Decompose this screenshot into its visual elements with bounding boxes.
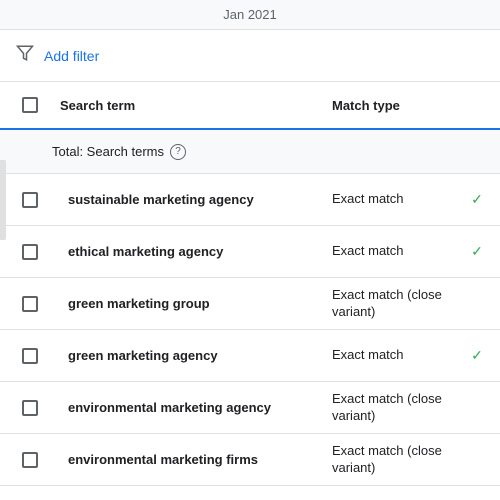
header-checkbox-col xyxy=(8,97,52,113)
active-status-icon: ✓ xyxy=(471,243,483,260)
row-checkbox-col xyxy=(8,244,52,260)
search-term-text: green marketing group xyxy=(60,296,210,311)
total-row: Total: Search terms ? xyxy=(0,130,500,174)
match-type-text: Exact match (close variant) xyxy=(332,391,462,425)
help-icon[interactable]: ? xyxy=(170,144,186,160)
row-checkbox-col xyxy=(8,348,52,364)
table-row: ethical marketing agency Exact match ✓ xyxy=(0,226,500,278)
search-term-text: ethical marketing agency xyxy=(60,244,223,259)
total-label: Total: Search terms ? xyxy=(8,144,186,160)
table-row: environmental marketing firms Exact match… xyxy=(0,434,500,486)
status-icon-col: ✓ xyxy=(462,347,492,364)
search-term-text: sustainable marketing agency xyxy=(60,192,254,207)
search-term-column-header: Search term xyxy=(52,98,332,113)
table-row: green marketing agency Exact match ✓ xyxy=(0,330,500,382)
search-term-text: environmental marketing firms xyxy=(60,452,258,467)
active-status-icon: ✓ xyxy=(471,347,483,364)
row-checkbox-col xyxy=(8,192,52,208)
match-type-column-header: Match type xyxy=(332,98,462,113)
match-type-text: Exact match xyxy=(332,191,462,208)
search-term-text: environmental marketing agency xyxy=(60,400,271,415)
status-icon-col: ✓ xyxy=(462,191,492,208)
filter-bar: Add filter xyxy=(0,30,500,82)
row-checkbox-col xyxy=(8,400,52,416)
table-header: Search term Match type xyxy=(0,82,500,130)
sidebar-scroll-indicator xyxy=(0,160,6,240)
row-checkbox-col xyxy=(8,452,52,468)
row-checkbox-col xyxy=(8,296,52,312)
search-term-text: green marketing agency xyxy=(60,348,218,363)
add-filter-button[interactable]: Add filter xyxy=(44,48,99,64)
date-bar: Jan 2021 xyxy=(0,0,500,30)
row-checkbox[interactable] xyxy=(22,400,38,416)
active-status-icon: ✓ xyxy=(471,191,483,208)
table-row: environmental marketing agency Exact matc… xyxy=(0,382,500,434)
table-row: sustainable marketing agency Exact match ✓ xyxy=(0,174,500,226)
filter-icon xyxy=(16,44,34,67)
row-checkbox[interactable] xyxy=(22,296,38,312)
status-icon-col: ✓ xyxy=(462,243,492,260)
table-body: sustainable marketing agency Exact match ✓… xyxy=(0,174,500,486)
row-checkbox[interactable] xyxy=(22,452,38,468)
match-type-text: Exact match (close variant) xyxy=(332,443,462,477)
match-type-text: Exact match xyxy=(332,347,462,364)
row-checkbox[interactable] xyxy=(22,244,38,260)
row-checkbox[interactable] xyxy=(22,192,38,208)
row-checkbox[interactable] xyxy=(22,348,38,364)
date-label: Jan 2021 xyxy=(223,7,277,22)
match-type-text: Exact match xyxy=(332,243,462,260)
table-row: green marketing group Exact match (close … xyxy=(0,278,500,330)
select-all-checkbox[interactable] xyxy=(22,97,38,113)
search-terms-table: Search term Match type Total: Search ter… xyxy=(0,82,500,486)
match-type-text: Exact match (close variant) xyxy=(332,287,462,321)
